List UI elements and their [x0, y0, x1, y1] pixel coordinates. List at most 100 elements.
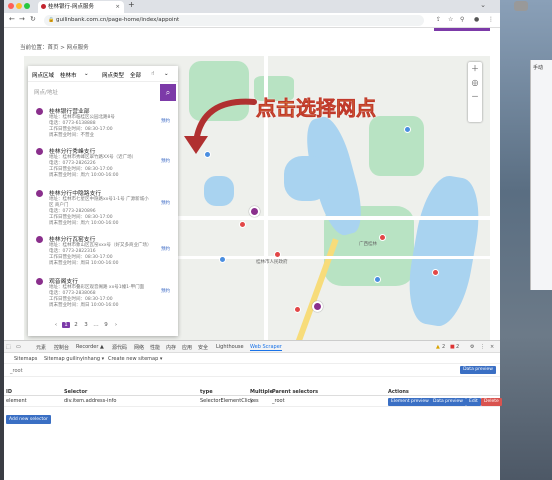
col-actions: Actions [388, 389, 409, 395]
map-pin[interactable] [239, 221, 246, 228]
type-select[interactable]: 全部 [130, 71, 141, 79]
extension-icon[interactable]: ⚲ [460, 16, 464, 23]
settings-gear-icon[interactable]: ⚙ [470, 344, 474, 350]
close-devtools-icon[interactable]: × [490, 344, 494, 350]
page-2-button[interactable]: 2 [72, 322, 80, 328]
share-icon[interactable]: ⇪ [436, 16, 441, 23]
mouse-cursor-icon: ☝ [151, 71, 155, 77]
appointment-link[interactable]: 预约 [161, 200, 170, 206]
bookmark-star-icon[interactable]: ☆ [448, 16, 453, 23]
search-button[interactable]: ⌕ [160, 84, 176, 101]
secondary-window[interactable]: 手动 [530, 60, 552, 290]
tab-close-icon[interactable]: × [115, 1, 120, 13]
map-poi-pin[interactable] [374, 276, 381, 283]
map-pin[interactable] [274, 251, 281, 258]
browser-menu-icon[interactable]: ⋮ [488, 16, 494, 23]
devtools-tab-security[interactable]: 安全 [198, 344, 208, 351]
devtools-tab-sources[interactable]: 源代码 [112, 344, 127, 351]
inspect-icon[interactable]: ⬚ [6, 344, 11, 350]
devtools-tab-performance[interactable]: 性能 [150, 344, 160, 351]
appointment-link[interactable]: 预约 [161, 288, 170, 294]
data-preview-button[interactable]: Data preview [460, 366, 496, 374]
site-favicon-icon [41, 4, 46, 9]
back-icon[interactable]: ← [9, 15, 15, 23]
bank-marker[interactable] [312, 301, 323, 312]
branch-list: 桂林银行营业部 地址：桂林市临桂区公园北路8号 电话：0773-6138888 … [28, 106, 178, 316]
minimize-window-icon[interactable] [16, 3, 22, 9]
col-multiple: Multiple [250, 389, 274, 395]
branch-weekend-hours: 周末营业时间：不营业 [49, 133, 94, 138]
map-pin[interactable] [432, 269, 439, 276]
map-poi-pin[interactable] [219, 256, 226, 263]
row-data-preview-button[interactable]: Data preview [430, 398, 466, 406]
appointment-link[interactable]: 预约 [161, 158, 170, 164]
area-select[interactable]: 桂林市 [60, 71, 77, 79]
root-path[interactable]: _root [10, 368, 23, 374]
delete-button[interactable]: Delete [481, 398, 502, 406]
lock-icon: 🔒 [48, 17, 55, 23]
branch-item[interactable]: 观音阁支行 地址：桂林市叠彩区观音阁路 xx号1幢1-甲门面 电话：0773-2… [28, 276, 178, 316]
address-bar-row: ← → ↻ 🔒 guilinbank.com.cn/page-home/inde… [4, 13, 500, 28]
map-pin[interactable] [379, 234, 386, 241]
devtools-tab-console[interactable]: 控制台 [54, 344, 69, 351]
devtools-tab-memory[interactable]: 内存 [166, 344, 176, 351]
branch-item[interactable]: 桂林分行中隐路支行 地址：桂林市七星区中隐路xx号1-1号 广源新城小区 商户门… [28, 188, 178, 228]
devtools-tab-bar: ⬚ ▭ 元素 控制台 Recorder ▲ 源代码 网络 性能 内存 应用 安全… [4, 341, 500, 353]
devtools-tab-application[interactable]: 应用 [182, 344, 192, 351]
reload-icon[interactable]: ↻ [30, 15, 36, 23]
col-id: ID [6, 389, 13, 395]
element-preview-button[interactable]: Element preview [388, 398, 432, 406]
map-poi-pin[interactable] [404, 126, 411, 133]
bank-logo-icon [36, 148, 43, 155]
prev-page-icon[interactable]: ‹ [52, 322, 60, 328]
page-3-button[interactable]: 3 [82, 322, 90, 328]
device-toolbar-icon[interactable]: ▭ [16, 344, 21, 350]
devtools-tab-network[interactable]: 网络 [134, 344, 144, 351]
scraper-menu: Sitemaps Sitemap guilinyinhang ▾ Create … [4, 353, 500, 364]
devtools-tab-lighthouse[interactable]: Lighthouse [216, 344, 244, 350]
next-page-icon[interactable]: › [112, 322, 120, 328]
edit-button[interactable]: Edit [466, 398, 481, 406]
table-row[interactable]: element div.item.address-info SelectorEl… [4, 396, 502, 407]
new-tab-icon[interactable]: + [128, 0, 135, 9]
branch-search-panel: 网点区域 桂林市 ⌄ 网点类型 全部 ☝ ⌄ 网点/地址 ⌕ 桂林银行营业部 地… [28, 66, 178, 336]
error-badge-icon[interactable]: ■ [450, 344, 455, 350]
appointment-link[interactable]: 预约 [161, 118, 170, 124]
page-1-button[interactable]: 1 [62, 322, 70, 328]
area-chevron-down-icon[interactable]: ⌄ [84, 71, 89, 77]
add-new-selector-button[interactable]: Add new selector [6, 415, 51, 424]
more-options-icon[interactable]: ⋮ [480, 344, 485, 350]
active-tab[interactable]: 桂林银行-网点服务 × [38, 1, 124, 13]
browser-window: 桂林银行-网点服务 × + ⌄ ← → ↻ 🔒 guilinbank.com.c… [4, 0, 502, 480]
devtools-tab-recorder[interactable]: Recorder ▲ [76, 344, 104, 350]
branch-item[interactable]: 桂林分行瓦窑支行 地址：桂林市象山区瓦窑xxx号（好又多商业广场） 电话：077… [28, 234, 178, 274]
row-parent: _root [272, 398, 285, 404]
forward-icon[interactable]: → [19, 15, 25, 23]
sitemap-dropdown[interactable]: Sitemap guilinyinhang ▾ [44, 356, 104, 362]
row-id: element [6, 398, 27, 404]
instruction-callout: 点击选择网点 [256, 96, 377, 121]
map-zoom-control[interactable]: ＋ ◎ － [468, 62, 482, 122]
type-chevron-down-icon[interactable]: ⌄ [164, 71, 169, 77]
branch-item[interactable]: 桂林分行秀峰支行 地址：桂林市秀峰区翠竹路XX号（近广场） 电话：0773-28… [28, 146, 178, 186]
create-sitemap-dropdown[interactable]: Create new sitemap ▾ [108, 356, 162, 362]
devtools-tab-web-scraper[interactable]: Web Scraper [250, 344, 282, 351]
search-input[interactable]: 网点/地址 [30, 86, 158, 100]
branch-item[interactable]: 桂林银行营业部 地址：桂林市临桂区公园北路8号 电话：0773-6138888 … [28, 106, 178, 146]
close-window-icon[interactable] [8, 3, 14, 9]
maximize-window-icon[interactable] [24, 3, 30, 9]
page-9-button[interactable]: 9 [102, 322, 110, 328]
appointment-link[interactable]: 预约 [161, 246, 170, 252]
tab-title: 桂林银行-网点服务 [48, 4, 94, 10]
warning-badge-icon[interactable]: ▲ [436, 344, 440, 350]
profile-icon[interactable]: ● [474, 16, 479, 23]
map-pin[interactable] [294, 306, 301, 313]
window-close-icon[interactable] [514, 1, 528, 11]
devtools-tab-elements[interactable]: 元素 [36, 344, 46, 351]
table-header: ID Selector type Multiple Parent selecto… [4, 387, 500, 396]
tab-menu-icon[interactable]: ⌄ [480, 1, 486, 9]
red-arrow-icon [184, 98, 257, 154]
bank-marker[interactable] [249, 206, 260, 217]
url-field[interactable]: 🔒 guilinbank.com.cn/page-home/index/appo… [44, 15, 424, 26]
sitemaps-menu[interactable]: Sitemaps [14, 356, 37, 362]
